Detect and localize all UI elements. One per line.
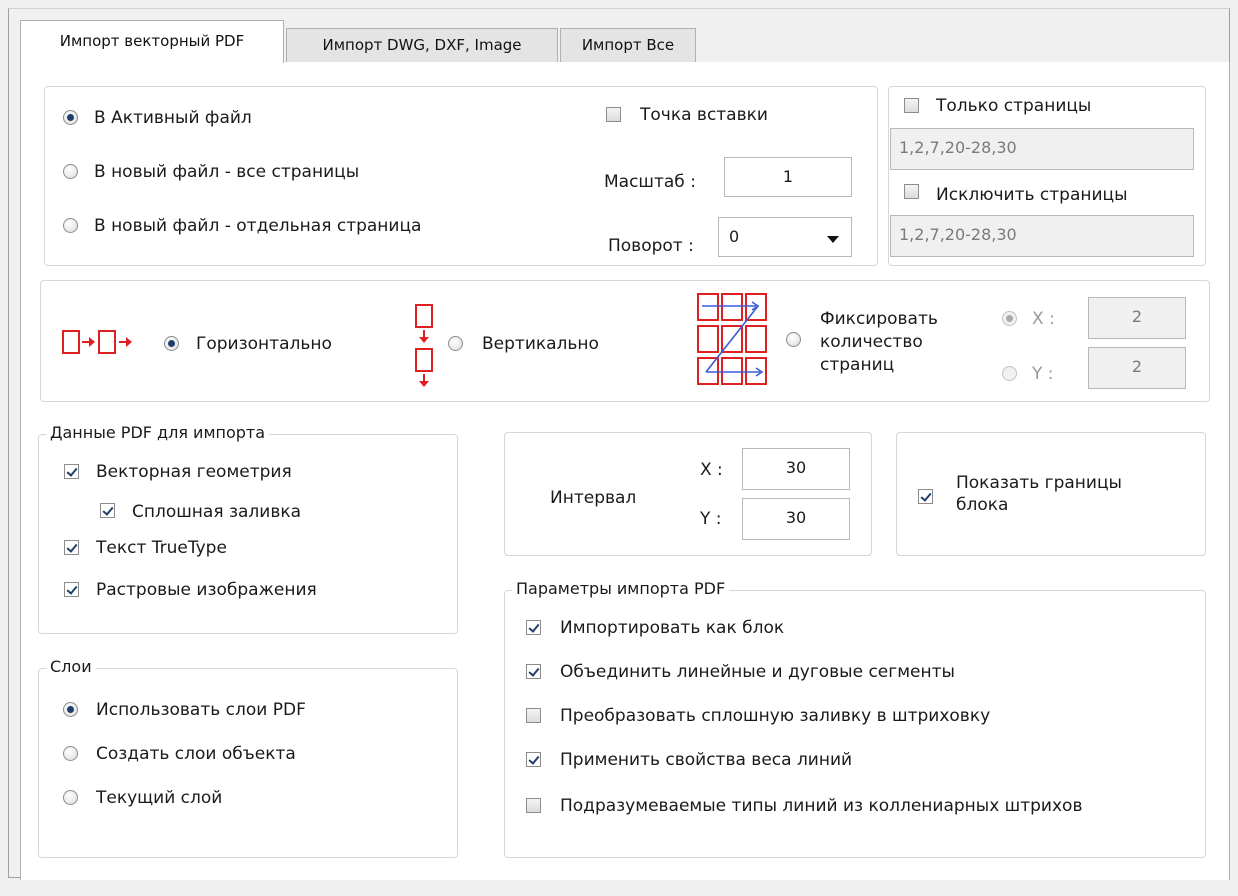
- insert-point-label: Точка вставки: [640, 105, 768, 125]
- vector-geometry-checkbox[interactable]: [64, 464, 79, 479]
- merge-segments-label: Объединить линейные и дуговые сегменты: [560, 662, 955, 682]
- radio-use-pdf-layers-label: Использовать слои PDF: [96, 700, 306, 720]
- implied-linetypes-checkbox[interactable]: [526, 798, 541, 813]
- radio-new-file-single-page[interactable]: [63, 218, 78, 233]
- apply-lineweights-label: Применить свойства веса линий: [560, 750, 853, 770]
- radio-create-object-layers[interactable]: [63, 746, 78, 761]
- fixed-grid-layout-icon: [697, 293, 767, 385]
- only-pages-checkbox[interactable]: [904, 98, 919, 113]
- raster-images-label: Растровые изображения: [96, 580, 317, 600]
- radio-active-file-label: В Активный файл: [94, 108, 252, 128]
- radio-new-file-all-pages-label: В новый файл - все страницы: [94, 162, 360, 182]
- implied-linetypes-label: Подразумеваемые типы линий из коллениарн…: [560, 796, 1083, 816]
- fixed-y-label: Y :: [1032, 364, 1054, 384]
- radio-vertical-label: Вертикально: [482, 334, 599, 354]
- chevron-down-icon: [827, 236, 839, 243]
- fixed-x-input[interactable]: 2: [1088, 297, 1186, 339]
- solid-fill-checkbox[interactable]: [100, 503, 115, 518]
- radio-current-layer[interactable]: [63, 790, 78, 805]
- rotation-dropdown[interactable]: 0: [718, 217, 852, 257]
- block-bounds-line-1: Показать границы: [956, 473, 1122, 493]
- exclude-pages-label: Исключить страницы: [936, 185, 1128, 205]
- import-as-block-label: Импортировать как блок: [560, 618, 785, 638]
- apply-lineweights-checkbox[interactable]: [526, 752, 541, 767]
- fixed-label-line-2: количество: [820, 332, 923, 352]
- radio-use-pdf-layers[interactable]: [63, 702, 78, 717]
- radio-new-file-single-page-label: В новый файл - отдельная страница: [94, 216, 422, 236]
- radio-horizontal[interactable]: [164, 336, 179, 351]
- radio-active-file[interactable]: [63, 110, 78, 125]
- interval-x-input[interactable]: 30: [742, 448, 850, 490]
- interval-y-label: Y :: [700, 509, 722, 529]
- raster-images-checkbox[interactable]: [64, 582, 79, 597]
- pdf-data-legend: Данные PDF для импорта: [46, 424, 270, 442]
- radio-vertical[interactable]: [448, 336, 463, 351]
- show-block-bounds-checkbox[interactable]: [918, 489, 933, 504]
- only-pages-label: Только страницы: [936, 96, 1092, 116]
- scale-label: Масштаб :: [604, 172, 696, 192]
- only-pages-input[interactable]: 1,2,7,20-28,30: [890, 128, 1194, 170]
- radio-new-file-all-pages[interactable]: [63, 164, 78, 179]
- radio-create-object-layers-label: Создать слои объекта: [96, 744, 296, 764]
- horizontal-layout-icon: [62, 330, 146, 354]
- radio-fixed-x[interactable]: [1002, 311, 1017, 326]
- convert-fill-to-hatch-label: Преобразовать сплошную заливку в штрихов…: [560, 706, 991, 726]
- interval-x-label: X :: [700, 460, 723, 480]
- vector-geometry-label: Векторная геометрия: [96, 462, 292, 482]
- radio-fixed-y[interactable]: [1002, 366, 1017, 381]
- vertical-layout-icon: [414, 304, 436, 392]
- block-bounds-line-2: блока: [956, 495, 1009, 515]
- interval-y-input[interactable]: 30: [742, 498, 850, 540]
- convert-fill-to-hatch-checkbox[interactable]: [526, 708, 541, 723]
- merge-segments-checkbox[interactable]: [526, 664, 541, 679]
- tab-import-all[interactable]: Импорт Все: [560, 28, 696, 62]
- layers-legend: Слои: [46, 658, 96, 676]
- fixed-y-input[interactable]: 2: [1088, 347, 1186, 389]
- text-truetype-checkbox[interactable]: [64, 540, 79, 555]
- rotation-value: 0: [729, 227, 740, 246]
- import-as-block-checkbox[interactable]: [526, 620, 541, 635]
- fixed-x-label: X :: [1032, 309, 1055, 329]
- tab-import-dwg-dxf-image[interactable]: Импорт DWG, DXF, Image: [286, 28, 558, 62]
- tab-import-vector-pdf[interactable]: Импорт векторный PDF: [20, 20, 284, 63]
- radio-current-layer-label: Текущий слой: [96, 788, 223, 808]
- interval-label: Интервал: [550, 488, 637, 508]
- show-block-bounds-label: Показать границы блока: [956, 472, 1122, 516]
- radio-fixed-pages[interactable]: [786, 332, 801, 347]
- insert-point-checkbox[interactable]: [606, 107, 621, 122]
- fixed-label-line-3: страниц: [820, 355, 895, 375]
- rotation-label: Поворот :: [608, 236, 694, 256]
- scale-input[interactable]: 1: [724, 157, 852, 197]
- fixed-label-line-1: Фиксировать: [820, 309, 938, 329]
- text-truetype-label: Текст TrueType: [96, 538, 227, 558]
- exclude-pages-checkbox[interactable]: [904, 184, 919, 199]
- import-params-legend: Параметры импорта PDF: [512, 580, 730, 598]
- solid-fill-label: Сплошная заливка: [132, 502, 302, 522]
- radio-fixed-pages-label: Фиксировать количество страниц: [820, 308, 938, 377]
- exclude-pages-input[interactable]: 1,2,7,20-28,30: [890, 215, 1194, 257]
- radio-horizontal-label: Горизонтально: [196, 334, 332, 354]
